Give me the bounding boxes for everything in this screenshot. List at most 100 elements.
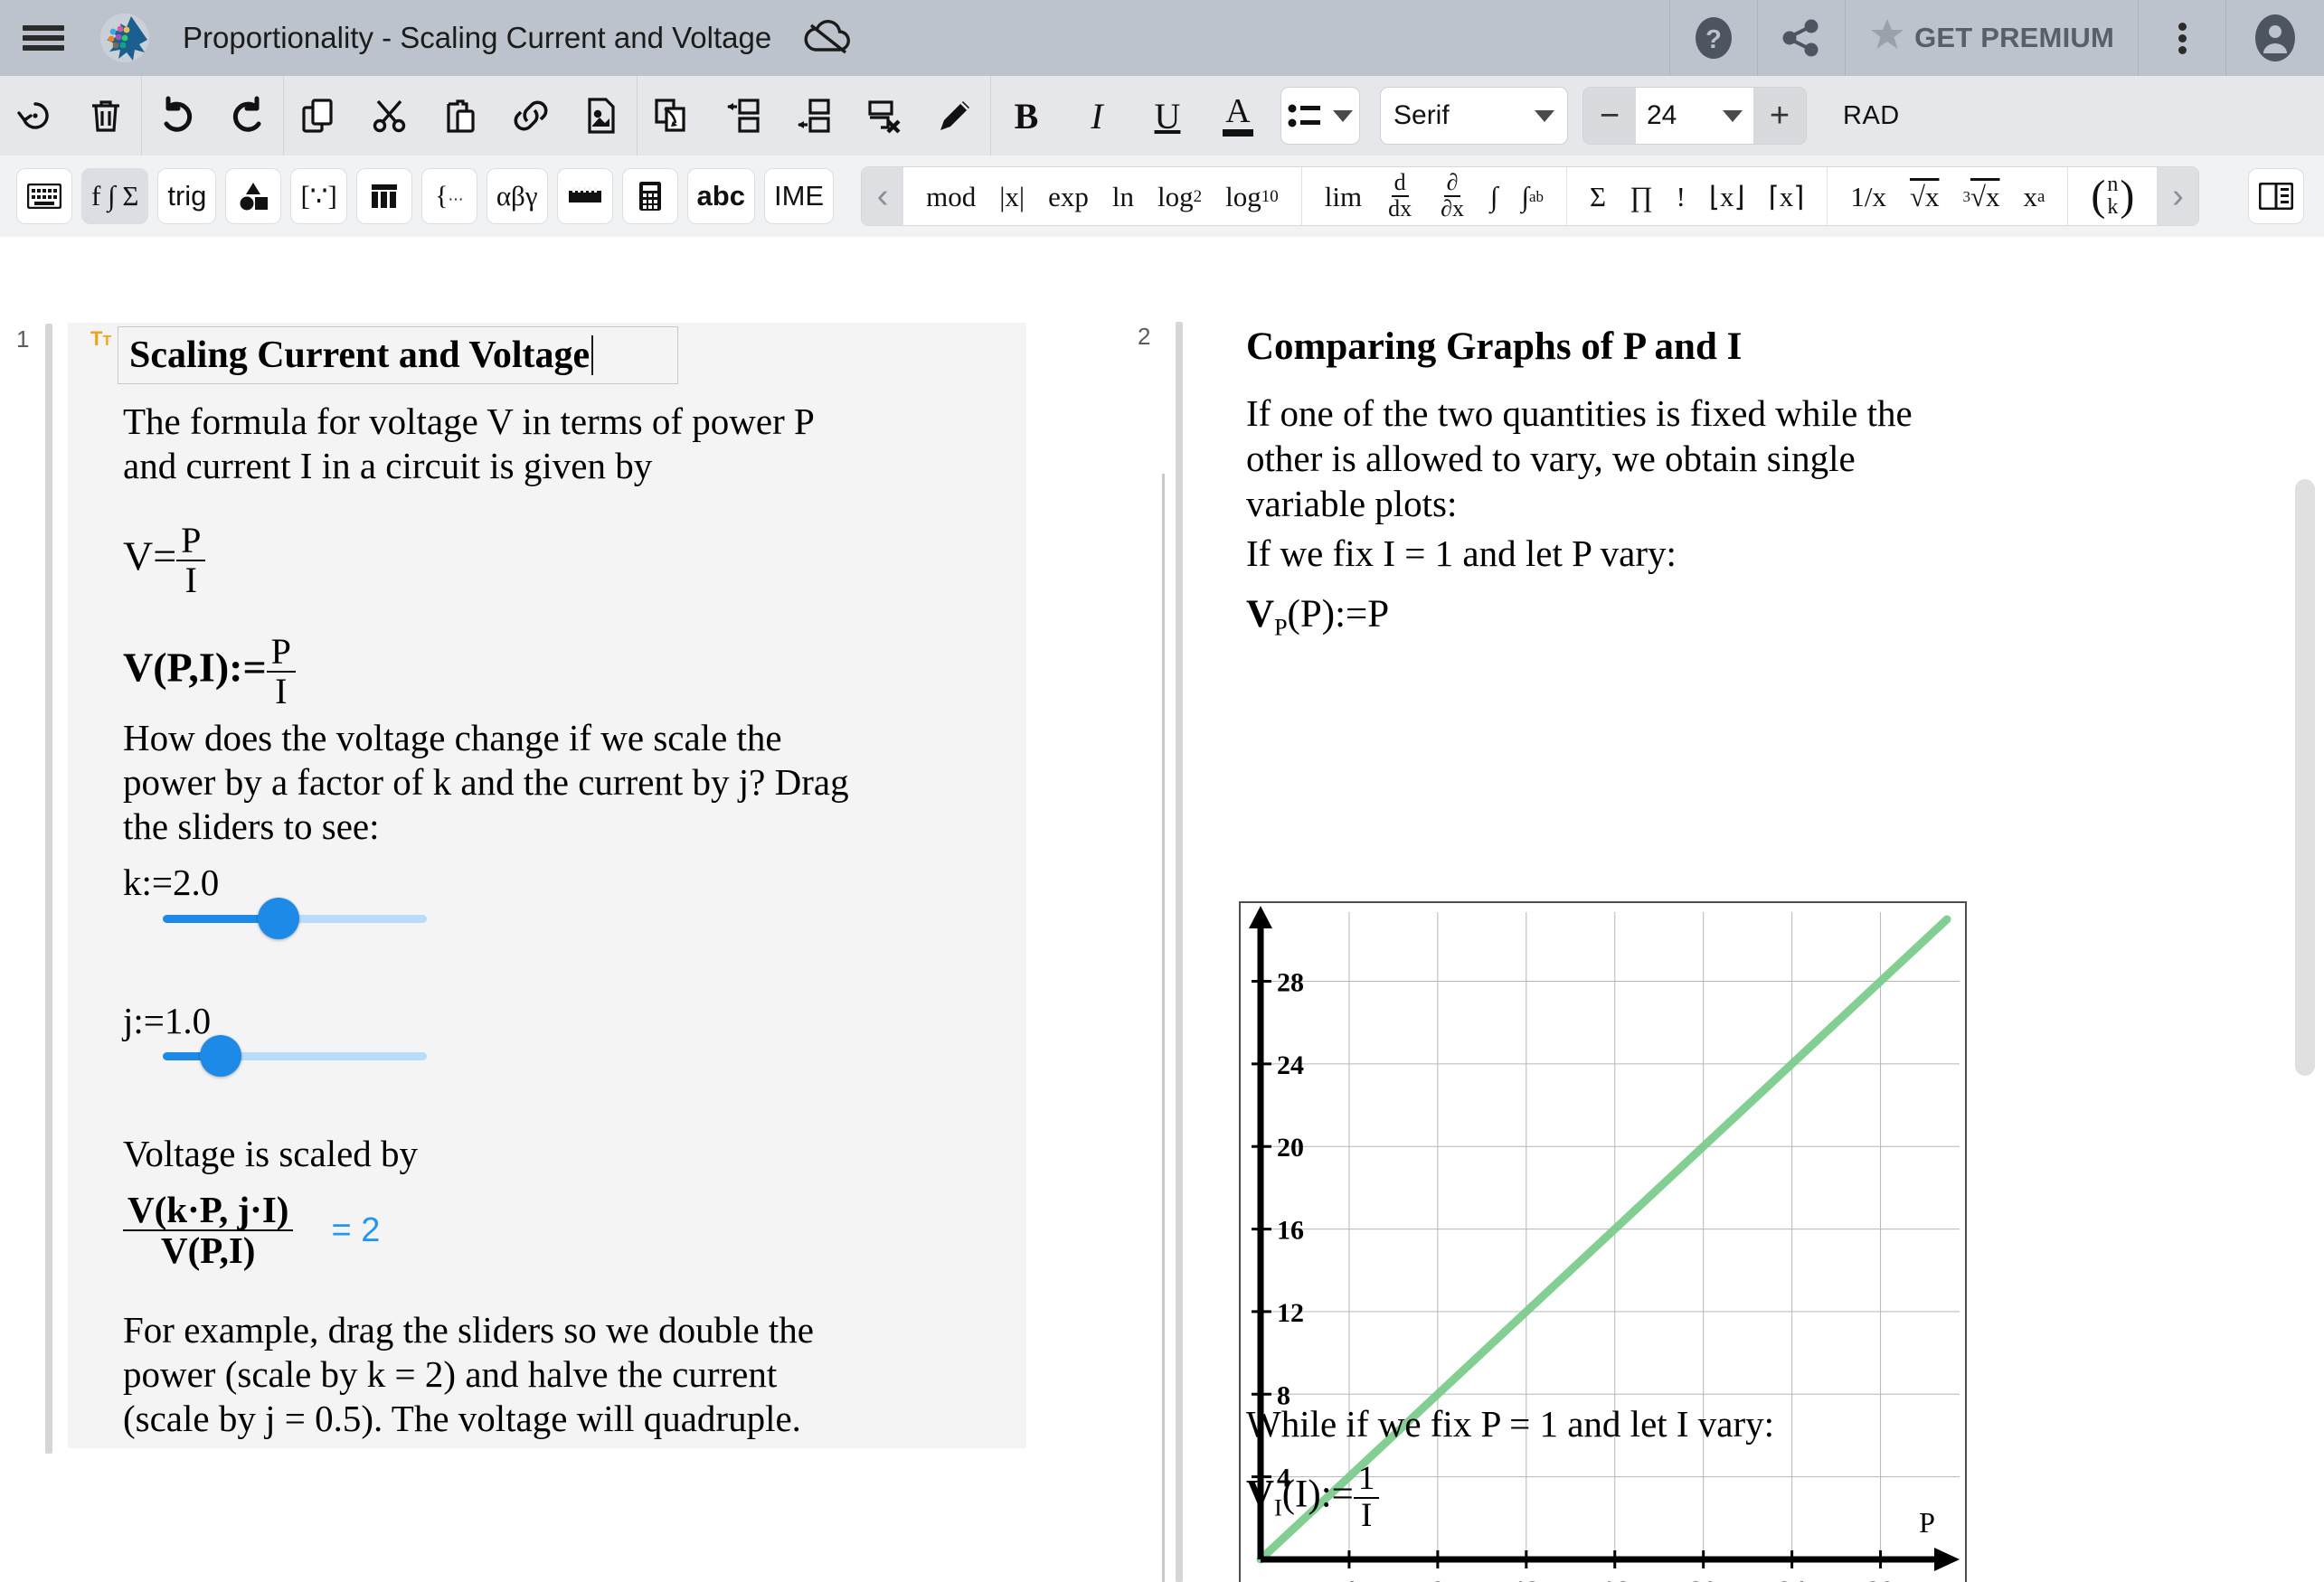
trig-palette-button[interactable]: trig xyxy=(157,168,217,224)
ln-operator[interactable]: ln xyxy=(1101,183,1146,211)
group-1-title-field[interactable]: Scaling Current and Voltage xyxy=(118,326,678,384)
definite-integral-operator[interactable]: ∫ a b xyxy=(1509,183,1555,211)
units-palette-button[interactable] xyxy=(556,168,613,224)
group-2-paragraph-2[interactable]: If we fix I = 1 and let P vary: xyxy=(1246,531,2123,576)
equation-vp-subscript: P xyxy=(1274,614,1288,641)
ceiling-operator[interactable]: ⌈x⌉ xyxy=(1757,183,1817,211)
log10-operator[interactable]: log 10 xyxy=(1214,183,1290,211)
group-1-paragraph-4[interactable]: For example, drag the sliders so we doub… xyxy=(123,1308,1036,1442)
floor-operator[interactable]: ⌊x⌋ xyxy=(1697,183,1757,211)
link-icon[interactable] xyxy=(496,76,566,155)
mod-operator[interactable]: mod xyxy=(914,183,987,211)
pencil-draw-icon[interactable] xyxy=(920,76,990,155)
paste-icon[interactable] xyxy=(425,76,496,155)
calculator-palette-button[interactable] xyxy=(621,168,678,224)
slider-j[interactable] xyxy=(163,1035,427,1077)
slider-j-knob[interactable] xyxy=(200,1035,241,1077)
document-canvas[interactable]: 1 TT Scaling Current and Voltage The for… xyxy=(0,237,2324,1582)
insert-image-icon[interactable] xyxy=(566,76,637,155)
keyboard-palette-button[interactable] xyxy=(16,168,72,224)
slider-k-knob[interactable] xyxy=(258,898,299,939)
font-size-select[interactable]: 24 xyxy=(1636,88,1753,144)
share-nodes-icon[interactable] xyxy=(1758,0,1845,76)
group-2-paragraph-1[interactable]: If one of the two quantities is fixed wh… xyxy=(1246,391,2123,526)
abc-palette-label: abc xyxy=(696,180,745,212)
group-2-equation-2[interactable]: VI(I):= 1 I xyxy=(1246,1461,1380,1534)
ime-palette-button[interactable]: IME xyxy=(763,168,835,224)
group-1-equation-1[interactable]: V= P I xyxy=(123,522,206,599)
equation-2-lhs: V(P,I):= xyxy=(123,644,267,691)
trig-palette-label: trig xyxy=(167,180,207,212)
factorial-operator[interactable]: ! xyxy=(1665,183,1697,211)
chevron-down-icon xyxy=(1333,109,1353,122)
group-1-ratio-expression[interactable]: V(k·P, j·I) V(P,I) = 2 xyxy=(123,1190,380,1270)
group-1-paragraph-2[interactable]: How does the voltage change if we scale … xyxy=(123,716,1036,850)
maple-leaf-logo[interactable] xyxy=(87,0,163,76)
integral-operator[interactable]: ∫ xyxy=(1478,183,1510,211)
group-2-heading[interactable]: Comparing Graphs of P and I xyxy=(1246,325,1742,369)
angle-mode-label[interactable]: RAD xyxy=(1843,101,1900,131)
math-palette-toolbar: f ∫ Σ trig [∵] {⋯ αβγ abc IME ‹ mod |x| … xyxy=(0,155,2324,237)
group-1-paragraph-3[interactable]: Voltage is scaled by xyxy=(123,1132,418,1176)
partial-derivative-operator[interactable]: ∂ ∂x xyxy=(1426,171,1478,221)
cut-scissors-icon[interactable] xyxy=(354,76,425,155)
sqrt-operator[interactable]: √x xyxy=(1898,183,1951,211)
bulleted-list-icon[interactable] xyxy=(1280,87,1360,145)
help-circle-icon[interactable]: ? xyxy=(1670,0,1757,76)
group-1-equation-2[interactable]: V(P,I):= P I xyxy=(123,633,296,711)
revert-icon[interactable] xyxy=(0,76,71,155)
cloud-offline-icon[interactable] xyxy=(788,0,869,76)
insert-group-above-icon[interactable] xyxy=(708,76,779,155)
chevron-down-icon xyxy=(1723,109,1743,122)
chevron-right-icon[interactable]: › xyxy=(2157,167,2199,225)
copy-icon[interactable] xyxy=(284,76,354,155)
insert-group-below-icon[interactable] xyxy=(779,76,849,155)
vertical-scrollbar[interactable] xyxy=(2295,479,2315,1076)
cube-root-operator[interactable]: 3 √x xyxy=(1951,183,2011,211)
geometry-palette-button[interactable] xyxy=(225,168,282,224)
group-1-paragraph-1[interactable]: The formula for voltage V in terms of po… xyxy=(123,400,1027,488)
group-number-1: 1 xyxy=(16,325,30,353)
matrix-palette-button[interactable]: [∵] xyxy=(290,168,347,224)
chevron-left-icon[interactable]: ‹ xyxy=(862,167,904,225)
bold-button[interactable]: B xyxy=(991,76,1062,155)
lim-operator[interactable]: lim xyxy=(1313,183,1374,211)
hamburger-menu-icon[interactable] xyxy=(0,0,87,76)
more-vertical-icon[interactable] xyxy=(2139,0,2225,76)
functions-palette-button[interactable]: f ∫ Σ xyxy=(81,168,149,224)
get-premium-button[interactable]: GET PREMIUM xyxy=(1846,0,2138,76)
sum-operator[interactable]: Σ xyxy=(1578,183,1618,211)
font-size-decrease-button[interactable]: − xyxy=(1583,88,1636,144)
undo-icon[interactable] xyxy=(142,76,213,155)
document-title[interactable]: Proportionality - Scaling Current and Vo… xyxy=(163,21,771,55)
group-2-paragraph-3[interactable]: While if we fix P = 1 and let I vary: xyxy=(1246,1401,2150,1446)
exp-operator[interactable]: exp xyxy=(1036,183,1101,211)
equation-vi-numerator: 1 xyxy=(1353,1461,1380,1499)
power-operator[interactable]: xa xyxy=(2011,183,2056,211)
user-account-icon[interactable] xyxy=(2226,0,2324,76)
duplicate-group-icon[interactable] xyxy=(638,76,708,155)
underline-button[interactable]: U xyxy=(1132,76,1203,155)
abs-operator[interactable]: |x| xyxy=(987,183,1036,211)
slider-k[interactable] xyxy=(163,898,427,939)
equation-1-lhs: V= xyxy=(123,532,177,579)
redo-icon[interactable] xyxy=(213,76,283,155)
group-2-equation-1[interactable]: VP(P):=P xyxy=(1246,592,1389,642)
product-operator[interactable]: ∏ xyxy=(1618,183,1665,211)
greek-palette-button[interactable]: αβγ xyxy=(486,168,548,224)
piecewise-palette-button[interactable]: {⋯ xyxy=(420,168,477,224)
abc-palette-button[interactable]: abc xyxy=(686,168,755,224)
log2-operator[interactable]: log 2 xyxy=(1146,183,1214,211)
split-view-icon[interactable] xyxy=(2248,168,2304,224)
greek-palette-label: αβγ xyxy=(496,180,538,212)
derivative-operator[interactable]: d dx xyxy=(1374,171,1426,221)
reciprocal-operator[interactable]: 1/x xyxy=(1838,183,1898,211)
binomial-operator[interactable]: ( nk ) xyxy=(2079,173,2146,219)
text-color-button[interactable]: A xyxy=(1203,76,1273,155)
table-palette-button[interactable] xyxy=(355,168,412,224)
delete-trash-icon[interactable] xyxy=(71,76,141,155)
italic-button[interactable]: I xyxy=(1062,76,1132,155)
delete-group-icon[interactable] xyxy=(849,76,920,155)
font-size-increase-button[interactable]: + xyxy=(1753,88,1806,144)
font-family-select[interactable]: Serif xyxy=(1380,87,1568,145)
